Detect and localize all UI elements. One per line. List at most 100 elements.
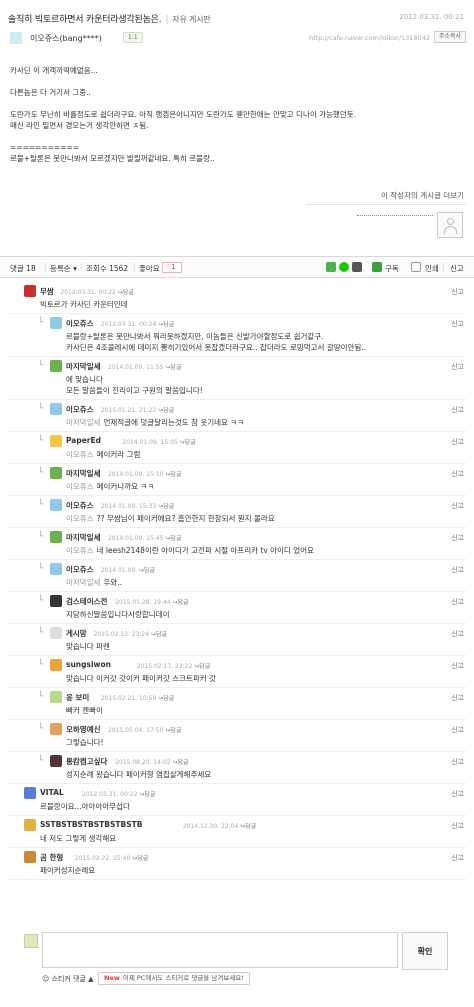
commenter-name[interactable]: SSTBSTBSTBSTBSTBSTB [40, 820, 142, 829]
report-comment-button[interactable]: 신고 [451, 319, 464, 329]
commenter-avatar[interactable] [24, 851, 36, 863]
share-band-icon[interactable] [339, 262, 349, 272]
reply-link[interactable]: ↪답글 [158, 503, 174, 510]
report-comment-button[interactable]: 신고 [451, 405, 464, 415]
reply-link[interactable]: ↪답글 [151, 631, 167, 638]
commenter-avatar[interactable] [24, 819, 36, 831]
report-comment-button[interactable]: 신고 [451, 757, 464, 767]
reply-link[interactable]: ↪답글 [165, 535, 181, 542]
reply-link[interactable]: ↪답글 [158, 407, 174, 414]
reply-link[interactable]: ↪답글 [240, 823, 256, 830]
reply-link[interactable]: ↪답글 [173, 759, 189, 766]
sticker-comment-toggle[interactable]: ☺ 스티커 댓글 ▲ [42, 974, 94, 984]
commenter-name[interactable]: VITAL [40, 788, 64, 797]
report-comment-button[interactable]: 신고 [451, 789, 464, 799]
commenter-avatar[interactable] [50, 531, 62, 543]
commenter-name[interactable]: 마지막일세 [66, 532, 101, 543]
commenter-name[interactable]: 검스테이스전 [66, 596, 107, 607]
commenter-avatar[interactable] [50, 691, 62, 703]
chat-badge[interactable]: 1:1 [123, 32, 143, 43]
comment-count[interactable]: 댓글 18 [10, 263, 36, 274]
commenter-avatar[interactable] [50, 317, 62, 329]
report-comment-button[interactable]: 신고 [451, 437, 464, 447]
commenter-name[interactable]: 롱캄켬고싶다 [66, 756, 107, 767]
commenter-avatar[interactable] [50, 595, 62, 607]
commenter-name[interactable]: 윤 보미 [66, 692, 89, 703]
commenter-avatar[interactable] [24, 285, 36, 297]
mention[interactable]: 이오쥬스 [66, 546, 94, 555]
report-comment-button[interactable]: 신고 [451, 565, 464, 575]
reply-link[interactable]: ↪답글 [139, 791, 155, 798]
like-button[interactable]: ♡1 [162, 262, 182, 273]
commenter-avatar[interactable] [50, 435, 62, 447]
commenter-avatar[interactable] [50, 563, 62, 575]
report-post-button[interactable]: 신고 [450, 263, 464, 274]
mention[interactable]: 마지막일세 [66, 418, 101, 427]
subscribe-button[interactable]: 구독 [385, 263, 399, 274]
mention[interactable]: 이오쥬스 [66, 514, 94, 523]
commenter-avatar[interactable] [50, 360, 62, 372]
commenter-name[interactable]: 무쌈 [40, 286, 54, 297]
sticker-icon[interactable] [24, 934, 38, 948]
report-comment-button[interactable]: 신고 [451, 853, 464, 863]
print-icon[interactable] [411, 262, 421, 272]
author-name[interactable]: 이오쥬스(bang****) [30, 33, 102, 44]
commenter-name[interactable]: 게시망 [66, 628, 87, 639]
reply-link[interactable]: ↪답글 [118, 289, 134, 296]
report-comment-button[interactable]: 신고 [451, 287, 464, 297]
reply-link[interactable]: ↪답글 [180, 439, 196, 446]
reply-link[interactable]: ↪답글 [173, 599, 189, 606]
report-comment-button[interactable]: 신고 [451, 821, 464, 831]
share-more-icon[interactable] [352, 262, 362, 272]
reply-link[interactable]: ↪답글 [158, 321, 174, 328]
commenter-avatar[interactable] [50, 723, 62, 735]
order-dropdown[interactable]: 등록순 ▾ [50, 263, 77, 274]
reply-link[interactable]: ↪답글 [165, 364, 181, 371]
print-button[interactable]: 인쇄 [425, 263, 439, 274]
commenter-avatar[interactable] [50, 403, 62, 415]
mention[interactable]: 이오쥬스 [66, 450, 94, 459]
author-more-posts-link[interactable]: 이 작성자의 게시글 더보기 [381, 190, 464, 201]
commenter-name[interactable]: 이오쥬스 [66, 404, 94, 415]
reply-link[interactable]: ↪답글 [132, 855, 148, 862]
report-comment-button[interactable]: 신고 [451, 629, 464, 639]
submit-comment-button[interactable]: 확인 [402, 932, 448, 970]
commenter-name[interactable]: 이오쥬스 [66, 318, 94, 329]
report-comment-button[interactable]: 신고 [451, 533, 464, 543]
report-comment-button[interactable]: 신고 [451, 693, 464, 703]
report-comment-button[interactable]: 신고 [451, 362, 464, 372]
commenter-avatar[interactable] [50, 627, 62, 639]
commenter-name[interactable]: 이오쥬스 [66, 564, 94, 575]
reply-link[interactable]: ↪답글 [158, 695, 174, 702]
reply-link[interactable]: ↪답글 [165, 471, 181, 478]
report-comment-button[interactable]: 신고 [451, 725, 464, 735]
copy-url-button[interactable]: 주소복사 [434, 31, 466, 43]
commenter-avatar[interactable] [50, 467, 62, 479]
reply-link[interactable]: ↪답글 [194, 663, 210, 670]
commenter-name[interactable]: 오하영예신 [66, 724, 101, 735]
post-url[interactable]: http://cafe.naver.com/lolkor/1318042 [309, 34, 430, 42]
comment-input[interactable] [42, 932, 398, 968]
commenter-name[interactable]: 마지막일세 [66, 468, 101, 479]
commenter-name[interactable]: 이오쥬스 [66, 500, 94, 511]
reply-link[interactable]: ↪답글 [139, 567, 155, 574]
share-blog-icon[interactable] [326, 262, 336, 272]
commenter-avatar[interactable] [50, 755, 62, 767]
board-name-link[interactable]: 자유 게시판 [172, 15, 210, 24]
commenter-name[interactable]: 마지막일세 [66, 361, 101, 372]
author-profile-avatar[interactable] [437, 212, 463, 238]
commenter-name[interactable]: PaperEd [66, 436, 101, 445]
rss-icon[interactable] [372, 262, 382, 272]
report-comment-button[interactable]: 신고 [451, 501, 464, 511]
commenter-name[interactable]: 곰 한형 [40, 852, 63, 863]
commenter-avatar[interactable] [50, 659, 62, 671]
reply-link[interactable]: ↪답글 [165, 727, 181, 734]
report-comment-button[interactable]: 신고 [451, 597, 464, 607]
mention[interactable]: 이오쥬스 [66, 482, 94, 491]
commenter-name[interactable]: sungsiwon [66, 660, 111, 669]
commenter-avatar[interactable] [24, 787, 36, 799]
report-comment-button[interactable]: 신고 [451, 661, 464, 671]
report-comment-button[interactable]: 신고 [451, 469, 464, 479]
mention[interactable]: 마지막일세 [66, 578, 101, 587]
commenter-avatar[interactable] [50, 499, 62, 511]
